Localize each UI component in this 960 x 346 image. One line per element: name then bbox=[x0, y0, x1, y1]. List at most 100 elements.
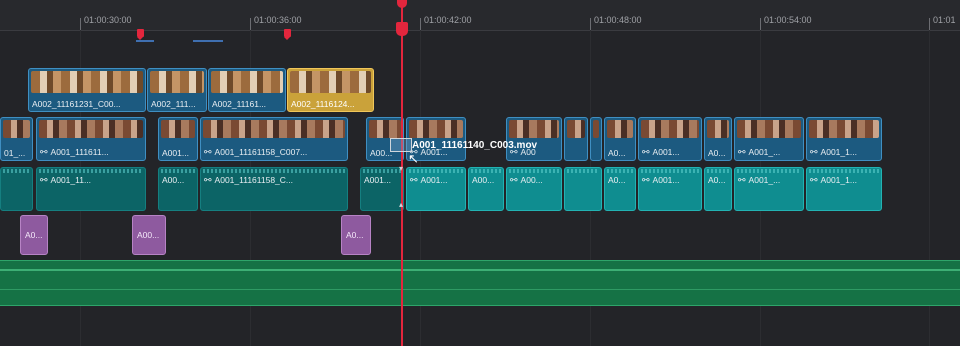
clip-name: A0... bbox=[708, 148, 726, 158]
clip-name: A001... bbox=[162, 148, 189, 158]
audio-waveform bbox=[737, 169, 801, 173]
clip-thumbnails bbox=[203, 120, 345, 138]
sfx-clip[interactable]: A00... bbox=[132, 215, 166, 255]
clip-thumbnails bbox=[290, 71, 371, 93]
clip-name-text: A001_11161158_C007... bbox=[214, 147, 308, 157]
audio-clip[interactable]: ⚯ A001_... bbox=[734, 167, 804, 211]
video-clip[interactable]: A001... bbox=[158, 117, 198, 161]
audio-clip[interactable]: ⚯ A001_11... bbox=[36, 167, 146, 211]
video-clip[interactable]: A002_11161... bbox=[208, 68, 286, 112]
audio-clip[interactable]: A0... bbox=[604, 167, 636, 211]
clip-name: A00... bbox=[370, 148, 393, 158]
clip-name: A001... bbox=[364, 175, 391, 185]
ruler-tick bbox=[760, 18, 761, 30]
clip-name-text: A001_... bbox=[748, 175, 781, 185]
video-clip[interactable]: A002_111... bbox=[147, 68, 207, 112]
timecode-ruler[interactable]: 01:00:30:00 01:00:36:00 01:00:42:00 01:0… bbox=[0, 0, 960, 31]
sfx-clip[interactable]: A0... bbox=[20, 215, 48, 255]
marker-icon[interactable] bbox=[284, 29, 291, 40]
clip-name-text: A001_11161158_C... bbox=[214, 175, 294, 185]
audio-waveform bbox=[707, 169, 729, 173]
clip-name: ⚯ A001_... bbox=[738, 175, 780, 186]
move-cursor-icon: ↖ bbox=[408, 151, 419, 166]
clip-name: A0... bbox=[608, 148, 626, 158]
link-icon: ⚯ bbox=[410, 175, 418, 185]
video-clip[interactable]: 01_... bbox=[0, 117, 33, 161]
clip-name-text: A001_111611... bbox=[50, 147, 109, 157]
ruler-tick bbox=[420, 18, 421, 30]
music-clip[interactable] bbox=[0, 260, 960, 306]
audio-clip[interactable]: A00... bbox=[468, 167, 504, 211]
clip-name: ⚯ A001_... bbox=[738, 147, 780, 158]
playhead-line[interactable] bbox=[401, 0, 403, 346]
clip-name: ⚯ A001_11161158_C... bbox=[204, 175, 293, 186]
clip-name: ⚯ A001_111611... bbox=[40, 147, 109, 158]
audio-waveform bbox=[203, 169, 345, 173]
clip-thumbnails bbox=[31, 71, 143, 93]
ruler-tick bbox=[929, 18, 930, 30]
video-clip[interactable]: ⚯ A001_111611... bbox=[36, 117, 146, 161]
audio-waveform bbox=[641, 169, 699, 173]
link-icon: ⚯ bbox=[40, 175, 48, 185]
video-clip[interactable]: ⚯ A001_... bbox=[734, 117, 804, 161]
selected-video-clip[interactable]: A002_1116124... bbox=[287, 68, 374, 112]
clip-name-text: A001... bbox=[420, 175, 448, 185]
clip-name: ⚯ A001_1... bbox=[810, 175, 857, 186]
clip-name-text: A001_1... bbox=[820, 175, 857, 185]
clip-name: ⚯ A001_11... bbox=[40, 175, 91, 186]
clip-name: ⚯ A001... bbox=[410, 175, 447, 186]
clip-name: A002_11161231_C00... bbox=[32, 99, 121, 109]
clip-thumbnails bbox=[737, 120, 801, 138]
link-icon: ⚯ bbox=[810, 147, 818, 157]
video-clip[interactable]: A0... bbox=[604, 117, 636, 161]
trim-indicator-icon: ▴ bbox=[398, 200, 403, 209]
playhead-handle[interactable] bbox=[396, 22, 408, 36]
clip-thumbnails bbox=[369, 120, 401, 138]
video-clip[interactable]: ⚯ A00 bbox=[506, 117, 562, 161]
clip-name: A0... bbox=[708, 175, 726, 185]
clip-name: A00... bbox=[137, 230, 160, 240]
clip-name: A0... bbox=[346, 230, 364, 240]
clip-name: A0... bbox=[608, 175, 626, 185]
video-clip[interactable] bbox=[590, 117, 602, 161]
audio-clip[interactable]: ⚯ A001_11161158_C... bbox=[200, 167, 348, 211]
audio-waveform bbox=[509, 169, 559, 173]
audio-clip[interactable]: ⚯ A001... bbox=[638, 167, 702, 211]
video-clip[interactable] bbox=[564, 117, 588, 161]
video-clip[interactable]: A0... bbox=[704, 117, 732, 161]
audio-clip[interactable]: ⚯ A00... bbox=[506, 167, 562, 211]
link-icon: ⚯ bbox=[738, 147, 746, 157]
clip-thumbnails bbox=[161, 120, 195, 138]
audio-waveform bbox=[0, 269, 960, 271]
audio-clip[interactable]: ⚯ A001_1... bbox=[806, 167, 882, 211]
drag-ghost-clip bbox=[390, 138, 412, 152]
audio-waveform bbox=[409, 169, 463, 173]
clip-name: ⚯ A001_11161158_C007... bbox=[204, 147, 307, 158]
audio-waveform bbox=[809, 169, 879, 173]
video-clip[interactable]: ⚯ A001_1... bbox=[806, 117, 882, 161]
timecode-label: 01:00:30:00 bbox=[84, 15, 132, 25]
audio-clip[interactable]: ⚯ A001... bbox=[406, 167, 466, 211]
clip-name-text: A001_... bbox=[748, 147, 781, 157]
audio-clip[interactable] bbox=[0, 167, 33, 211]
clip-thumbnails bbox=[409, 120, 463, 138]
video-clip[interactable]: ⚯ A001... bbox=[638, 117, 702, 161]
clip-name-text: A001... bbox=[652, 147, 680, 157]
clip-thumbnails bbox=[150, 71, 204, 93]
link-icon: ⚯ bbox=[642, 147, 650, 157]
timeline[interactable]: 01:00:30:00 01:00:36:00 01:00:42:00 01:0… bbox=[0, 0, 960, 346]
clip-name: A00... bbox=[472, 175, 495, 185]
audio-clip[interactable]: A0... bbox=[704, 167, 732, 211]
audio-clip[interactable] bbox=[564, 167, 602, 211]
video-clip[interactable]: A002_11161231_C00... bbox=[28, 68, 146, 112]
video-clip[interactable]: ⚯ A001_11161158_C007... bbox=[200, 117, 348, 161]
trim-indicator-icon: ▾ bbox=[398, 164, 403, 173]
sfx-clip[interactable]: A0... bbox=[341, 215, 371, 255]
marker-icon[interactable] bbox=[137, 29, 144, 40]
clip-name-text: A001_11... bbox=[50, 175, 92, 185]
audio-clip[interactable]: A00... bbox=[158, 167, 198, 211]
clip-name: ⚯ A001_1... bbox=[810, 147, 857, 158]
audio-waveform bbox=[471, 169, 501, 173]
clip-name: A0... bbox=[25, 230, 43, 240]
clip-name: ⚯ A001... bbox=[642, 147, 679, 158]
